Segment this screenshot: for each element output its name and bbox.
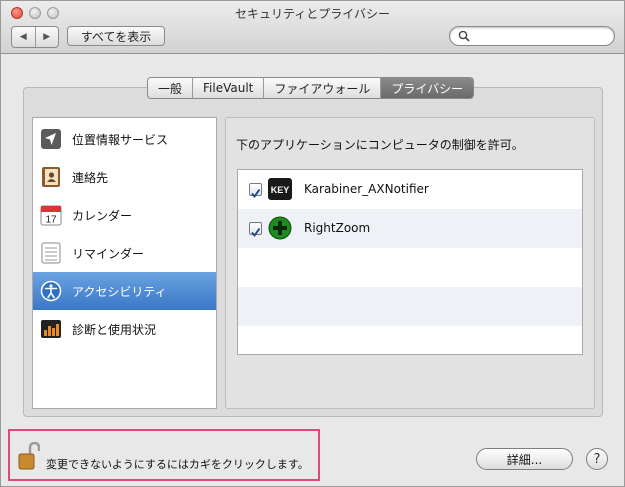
calendar-day-number: 17 xyxy=(45,215,57,226)
privacy-category-list: 位置情報サービス 連絡先 17 カレンダー リマインダー アクセシビリティ 診断… xyxy=(32,117,217,409)
preferences-window: セキュリティとプライバシー ◀ ▶ すべてを表示 一般 FileVault ファ… xyxy=(0,0,625,487)
tab-bar: 一般 FileVault ファイアウォール プライバシー xyxy=(147,77,475,99)
forward-button[interactable]: ▶ xyxy=(34,27,59,47)
app-checkbox[interactable] xyxy=(249,183,262,198)
sidebar-item-label: カレンダー xyxy=(72,208,133,223)
sidebar-item-diagnostics[interactable]: 診断と使用状況 xyxy=(33,310,216,348)
lock-message: 変更できないようにするにはカギをクリックします。 xyxy=(46,458,309,471)
list-item[interactable]: RightZoom xyxy=(238,209,582,248)
pane-description: 下のアプリケーションにコンピュータの制御を許可。 xyxy=(236,138,524,152)
search-field[interactable] xyxy=(449,26,615,46)
location-arrow-icon xyxy=(40,128,62,150)
help-button[interactable]: ? xyxy=(586,448,608,470)
search-icon xyxy=(458,30,470,42)
unlocked-padlock-icon[interactable] xyxy=(18,442,40,470)
tab-firewall[interactable]: ファイアウォール xyxy=(263,78,380,98)
sidebar-item-label: 連絡先 xyxy=(72,170,109,185)
tab-general[interactable]: 一般 xyxy=(148,78,192,98)
diagnostics-icon xyxy=(40,318,62,340)
back-button[interactable]: ◀ xyxy=(12,27,35,47)
calendar-icon: 17 xyxy=(40,204,62,226)
empty-row xyxy=(238,248,582,287)
key-app-icon-text: KEY xyxy=(271,185,290,195)
app-name: RightZoom xyxy=(304,221,371,235)
key-app-icon: KEY xyxy=(268,178,292,200)
contacts-icon xyxy=(40,166,62,188)
accessibility-icon xyxy=(40,280,62,302)
empty-row xyxy=(238,287,582,326)
sidebar-item-contacts[interactable]: 連絡先 xyxy=(33,158,216,196)
sidebar-item-location-services[interactable]: 位置情報サービス xyxy=(33,120,216,158)
empty-row xyxy=(238,326,582,354)
sidebar-item-label: 位置情報サービス xyxy=(72,132,169,147)
sidebar-item-label: 診断と使用状況 xyxy=(72,322,157,337)
sidebar-item-reminders[interactable]: リマインダー xyxy=(33,234,216,272)
tab-privacy[interactable]: プライバシー xyxy=(380,78,474,98)
list-item[interactable]: KEY Karabiner_AXNotifier xyxy=(238,170,582,209)
details-button[interactable]: 詳細... xyxy=(476,448,573,470)
checkmark-icon xyxy=(251,188,261,198)
sidebar-item-accessibility[interactable]: アクセシビリティ xyxy=(33,272,216,310)
sidebar-item-label: アクセシビリティ xyxy=(72,284,167,299)
search-input[interactable] xyxy=(474,28,608,46)
green-plus-icon xyxy=(268,216,292,240)
reminders-icon xyxy=(40,242,62,264)
back-forward-control: ◀ ▶ xyxy=(11,26,59,48)
app-name: Karabiner_AXNotifier xyxy=(304,182,429,196)
show-all-button[interactable]: すべてを表示 xyxy=(67,26,165,46)
lock-highlight-frame xyxy=(8,429,320,481)
checkmark-icon xyxy=(251,227,261,237)
app-list[interactable]: KEY Karabiner_AXNotifier RightZoom xyxy=(237,169,583,355)
window-title: セキュリティとプライバシー xyxy=(234,7,391,21)
title-bar: セキュリティとプライバシー ◀ ▶ すべてを表示 xyxy=(1,1,624,54)
sidebar-item-label: リマインダー xyxy=(72,246,145,261)
app-checkbox[interactable] xyxy=(249,222,262,237)
tab-filevault[interactable]: FileVault xyxy=(192,78,263,98)
sidebar-item-calendar[interactable]: 17 カレンダー xyxy=(33,196,216,234)
